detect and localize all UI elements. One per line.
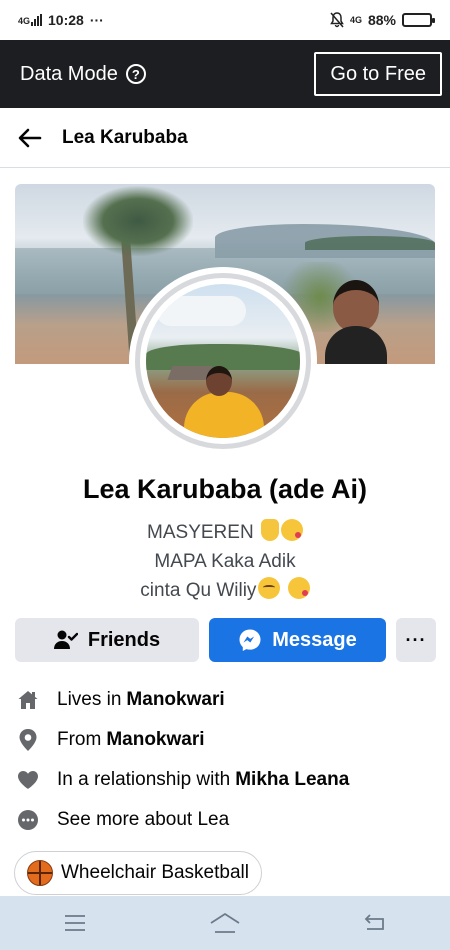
back-icon[interactable] (355, 903, 395, 943)
network-type-label: 4G (18, 16, 31, 26)
bio-line: MASYEREN (0, 518, 450, 547)
cover-person (325, 280, 387, 364)
data-mode-label: Data Mode (20, 62, 118, 85)
intro-list: Lives in Manokwari From Manokwari In a rel… (15, 680, 435, 840)
relationship-value[interactable]: Mikha Leana (235, 769, 349, 791)
hobby-label: Wheelchair Basketball (61, 862, 249, 883)
system-nav-bar (0, 896, 450, 950)
bio-line: MAPA Kaka Adik (154, 551, 296, 572)
friends-label: Friends (87, 628, 161, 651)
messenger-icon (239, 629, 261, 651)
home-outline-icon[interactable] (205, 903, 245, 943)
status-right: 4G 88% (330, 12, 435, 28)
page-title: Lea Karubaba (62, 126, 188, 148)
mute-bell-icon (330, 12, 344, 28)
help-icon[interactable]: ? (125, 64, 146, 84)
profile-page: 4G 10:28 ··· 4G 88% Data Mode ? Go to Fr… (0, 0, 450, 950)
back-arrow-icon[interactable] (16, 124, 44, 152)
intro-item-relationship: In a relationship with Mikha Leana (15, 760, 435, 800)
basketball-icon (27, 860, 53, 886)
hobby-chip[interactable]: Wheelchair Basketball (14, 851, 262, 895)
network-type-label-right: 4G (349, 14, 362, 25)
see-more-about-link[interactable]: See more about Lea (15, 800, 435, 840)
relieved-face-icon (258, 577, 281, 599)
more-options-button[interactable]: ··· (396, 618, 436, 662)
profile-picture[interactable] (129, 267, 317, 455)
status-left: 4G 10:28 ··· (18, 12, 104, 28)
profile-name: Lea Karubaba (ade Ai) (82, 474, 368, 504)
battery-percent: 88% (367, 12, 396, 28)
from-value[interactable]: Manokwari (106, 729, 204, 751)
notification-dots: ··· (89, 12, 104, 28)
message-label: Message (272, 628, 357, 651)
signal-bars-icon (31, 14, 43, 26)
profile-header: Lea Karubaba (0, 108, 450, 168)
profile-bio: MASYEREN MAPA Kaka Adik cinta Qu Wiliy (0, 518, 450, 605)
go-to-free-button[interactable]: Go to Free (314, 52, 442, 96)
profile-actions: Friends Message ··· (15, 618, 436, 662)
message-button[interactable]: Message (209, 618, 386, 662)
bio-line: cinta Qu Wiliy (0, 576, 450, 605)
lives-in-value[interactable]: Manokwari (126, 689, 224, 711)
avatar (146, 284, 300, 438)
folded-hands-icon (260, 519, 279, 541)
data-mode-bar: Data Mode ? Go to Free (0, 40, 450, 108)
face-blowing-kiss-icon (280, 519, 303, 541)
face-blowing-kiss-icon (287, 577, 310, 599)
friend-check-icon (53, 630, 78, 649)
battery-icon (402, 13, 435, 27)
home-icon (15, 687, 41, 713)
intro-item-from: From Manokwari (15, 720, 435, 760)
menu-icon[interactable] (55, 903, 95, 943)
more-circle-icon (15, 807, 41, 833)
data-mode-info[interactable]: Data Mode ? (20, 63, 146, 86)
status-bar: 4G 10:28 ··· 4G 88% (0, 0, 450, 40)
intro-item-lives-in: Lives in Manokwari (15, 680, 435, 720)
location-pin-icon (15, 727, 41, 753)
friends-button[interactable]: Friends (15, 618, 199, 662)
heart-icon (15, 767, 41, 793)
clock: 10:28 (48, 12, 84, 28)
signal-indicator: 4G (18, 14, 43, 26)
